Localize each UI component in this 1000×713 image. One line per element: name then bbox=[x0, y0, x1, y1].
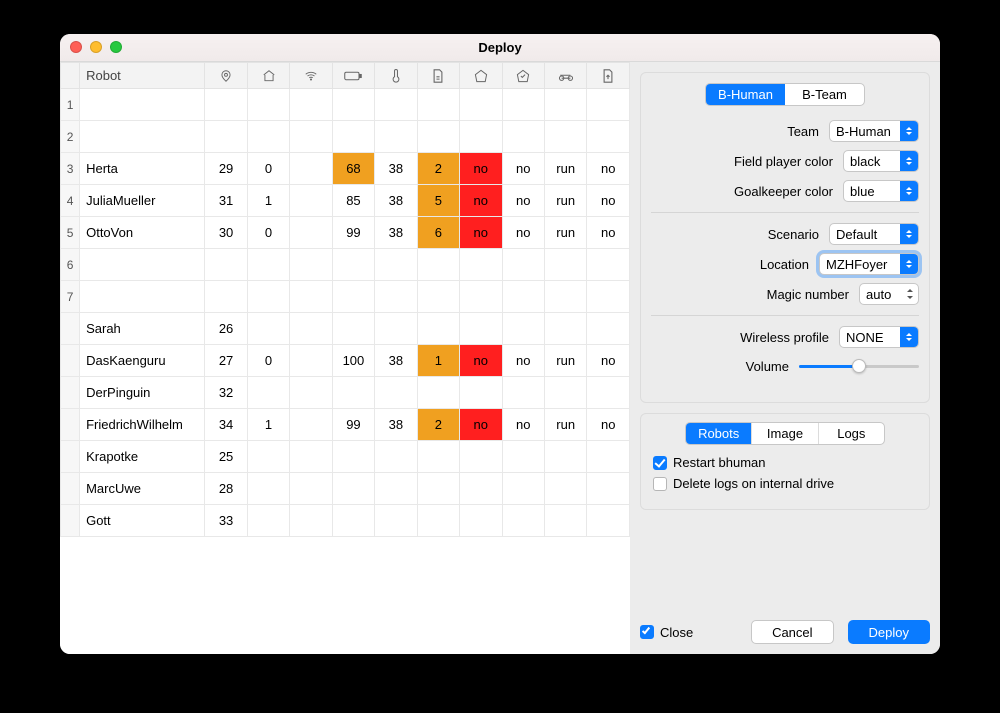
location-select[interactable]: MZHFoyer bbox=[819, 253, 919, 275]
options-tabs[interactable]: Robots Image Logs bbox=[685, 422, 885, 445]
col-temperature-icon[interactable] bbox=[375, 63, 417, 89]
scenario-label: Scenario bbox=[651, 227, 829, 242]
restart-check[interactable]: Restart bhuman bbox=[653, 455, 917, 470]
checkbox-icon[interactable] bbox=[653, 456, 667, 470]
close-window-icon[interactable] bbox=[70, 41, 82, 53]
minimize-window-icon[interactable] bbox=[90, 41, 102, 53]
volume-label: Volume bbox=[651, 359, 799, 374]
col-check-icon[interactable] bbox=[502, 63, 544, 89]
location-label: Location bbox=[651, 257, 819, 272]
deploy-button[interactable]: Deploy bbox=[848, 620, 930, 644]
table-row[interactable]: Sarah26 bbox=[61, 313, 630, 345]
table-row[interactable]: DerPinguin32 bbox=[61, 377, 630, 409]
tab-robots[interactable]: Robots bbox=[686, 423, 751, 444]
tab-image[interactable]: Image bbox=[751, 423, 817, 444]
scenario-select[interactable]: Default bbox=[829, 223, 919, 245]
goalkeeper-color-select[interactable]: blue bbox=[843, 180, 919, 202]
window-controls bbox=[70, 41, 122, 53]
team-tabs[interactable]: B-Human B-Team bbox=[705, 83, 865, 106]
wireless-label: Wireless profile bbox=[651, 330, 839, 345]
table-row[interactable]: 2 bbox=[61, 121, 630, 153]
table-row[interactable]: Krapotke25 bbox=[61, 441, 630, 473]
table-row[interactable]: DasKaenguru270100381nonorunno bbox=[61, 345, 630, 377]
table-row[interactable]: 7 bbox=[61, 281, 630, 313]
checkbox-icon[interactable] bbox=[640, 625, 654, 639]
close-after-check[interactable]: Close bbox=[640, 625, 693, 640]
side-panel: B-Human B-Team Team B-Human Field player… bbox=[630, 62, 940, 654]
cancel-button[interactable]: Cancel bbox=[751, 620, 833, 644]
tab-bhuman[interactable]: B-Human bbox=[706, 84, 785, 105]
col-num[interactable] bbox=[61, 63, 80, 89]
tab-bteam[interactable]: B-Team bbox=[785, 84, 864, 105]
team-select[interactable]: B-Human bbox=[829, 120, 919, 142]
col-battery-icon[interactable] bbox=[332, 63, 374, 89]
col-upload-icon[interactable] bbox=[587, 63, 630, 89]
table-row[interactable]: 4JuliaMueller31185385nonorunno bbox=[61, 185, 630, 217]
col-robot[interactable]: Robot bbox=[80, 63, 205, 89]
magic-spin[interactable]: auto bbox=[859, 283, 919, 305]
magic-label: Magic number bbox=[651, 287, 859, 302]
col-doc-icon[interactable] bbox=[417, 63, 459, 89]
table-row[interactable]: 3Herta29068382nonorunno bbox=[61, 153, 630, 185]
volume-slider[interactable] bbox=[799, 356, 919, 376]
col-tag-icon[interactable] bbox=[460, 63, 502, 89]
wireless-select[interactable]: NONE bbox=[839, 326, 919, 348]
field-color-label: Field player color bbox=[651, 154, 843, 169]
robot-table: Robot 123Herta29068382nonorunno4JuliaMue… bbox=[60, 62, 630, 654]
window-title: Deploy bbox=[478, 40, 521, 55]
options-panel: Robots Image Logs Restart bhuman Delete … bbox=[640, 413, 930, 510]
col-location-icon[interactable] bbox=[205, 63, 247, 89]
col-home-icon[interactable] bbox=[247, 63, 289, 89]
table-row[interactable]: 1 bbox=[61, 89, 630, 121]
checkbox-icon[interactable] bbox=[653, 477, 667, 491]
goalkeeper-color-label: Goalkeeper color bbox=[651, 184, 843, 199]
col-wifi-icon[interactable] bbox=[290, 63, 332, 89]
deploy-window: Deploy Robot bbox=[60, 34, 940, 654]
team-label: Team bbox=[651, 124, 829, 139]
tab-logs[interactable]: Logs bbox=[818, 423, 884, 444]
delete-logs-check[interactable]: Delete logs on internal drive bbox=[653, 476, 917, 491]
table-row[interactable]: Gott33 bbox=[61, 505, 630, 537]
col-run-icon[interactable] bbox=[544, 63, 586, 89]
titlebar: Deploy bbox=[60, 34, 940, 62]
table-row[interactable]: FriedrichWilhelm34199382nonorunno bbox=[61, 409, 630, 441]
table-row[interactable]: 5OttoVon30099386nonorunno bbox=[61, 217, 630, 249]
table-row[interactable]: MarcUwe28 bbox=[61, 473, 630, 505]
field-color-select[interactable]: black bbox=[843, 150, 919, 172]
table-row[interactable]: 6 bbox=[61, 249, 630, 281]
settings-panel: B-Human B-Team Team B-Human Field player… bbox=[640, 72, 930, 403]
zoom-window-icon[interactable] bbox=[110, 41, 122, 53]
table-header-row: Robot bbox=[61, 63, 630, 89]
footer: Close Cancel Deploy bbox=[630, 610, 940, 654]
